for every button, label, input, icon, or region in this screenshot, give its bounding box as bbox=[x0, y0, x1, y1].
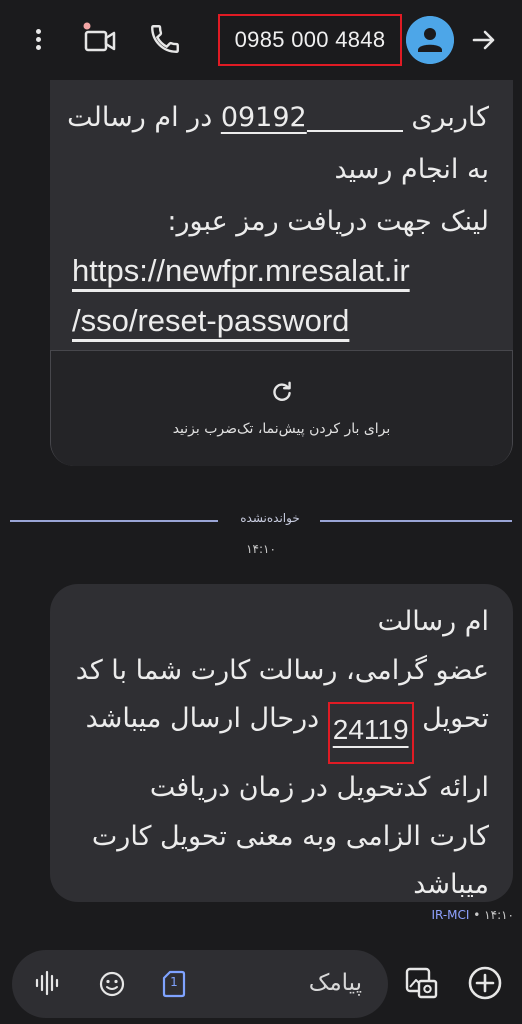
unread-label: خوانده‌نشده bbox=[240, 511, 300, 525]
message-meta: IR-MCI • ۱۴:۱۰ bbox=[0, 908, 514, 922]
message-line: لینک جهت دریافت رمز عبور: bbox=[167, 206, 489, 237]
compose-bar[interactable]: 1 پیامک bbox=[12, 950, 388, 1018]
voice-message-icon[interactable] bbox=[34, 970, 60, 996]
meta-separator: • bbox=[473, 908, 485, 922]
phone-icon[interactable] bbox=[148, 22, 182, 56]
preview-hint: برای بار کردن پیش‌نما، تک‌ضرب بزنید bbox=[172, 421, 391, 437]
message-line: به انجام رسید bbox=[334, 154, 489, 185]
add-attachment-icon[interactable] bbox=[466, 964, 504, 1002]
contact-phone-number[interactable]: 0985 000 4848 bbox=[218, 14, 402, 66]
link-preview-card[interactable]: برای بار کردن پیش‌نما، تک‌ضرب بزنید bbox=[50, 351, 513, 466]
avatar-icon[interactable] bbox=[406, 16, 454, 64]
message-line: میباشد bbox=[413, 869, 489, 900]
message-bubble-reset-password[interactable]: کاربری 09192 در ام رسالت به انجام رسید ل… bbox=[50, 40, 513, 466]
video-call-icon[interactable] bbox=[82, 22, 120, 58]
message-input-placeholder[interactable]: پیامک bbox=[309, 970, 362, 996]
message-time: ۱۴:۱۰ bbox=[484, 908, 514, 922]
message-line: ارائه کدتحویل در زمان دریافت bbox=[149, 772, 489, 803]
unread-divider: خوانده‌نشده bbox=[10, 511, 512, 528]
sim-select-icon[interactable]: 1 bbox=[162, 970, 186, 998]
forward-icon[interactable] bbox=[468, 24, 500, 56]
gallery-icon[interactable] bbox=[404, 966, 438, 1000]
reset-password-link[interactable]: https://newfpr.mresalat.ir /sso/reset-pa… bbox=[50, 246, 513, 346]
delivery-code[interactable]: 24119 bbox=[327, 702, 414, 764]
divider-line bbox=[320, 520, 512, 522]
user-number: 09192 bbox=[220, 102, 307, 133]
message-line: کاربری 09192 در ام رسالت bbox=[67, 92, 489, 144]
emoji-icon[interactable] bbox=[98, 970, 126, 998]
reload-icon[interactable] bbox=[269, 379, 295, 405]
top-app-bar: 0985 000 4848 bbox=[0, 0, 522, 80]
redacted-blank bbox=[306, 112, 403, 132]
message-line: تحویل 24119 درحال ارسال میباشد bbox=[70, 695, 489, 764]
more-options-icon[interactable] bbox=[26, 26, 50, 54]
message-line: عضو گرامی، رسالت کارت شما با کد bbox=[75, 654, 489, 686]
message-word: در ام رسالت bbox=[67, 102, 213, 133]
divider-line bbox=[10, 520, 218, 522]
message-bubble-card-delivery[interactable]: ام رسالت عضو گرامی، رسالت کارت شما با کد… bbox=[50, 584, 513, 902]
link-line-1[interactable]: https://newfpr.mresalat.ir bbox=[72, 253, 410, 288]
message-word: درحال ارسال میباشد bbox=[85, 703, 320, 734]
message-line: کارت الزامی وبه معنی تحویل کارت bbox=[91, 820, 489, 852]
sim-label: IR-MCI bbox=[431, 908, 470, 922]
message-line: ام رسالت bbox=[377, 606, 489, 637]
message-word: کاربری bbox=[411, 102, 489, 133]
link-line-2[interactable]: /sso/reset-password bbox=[72, 303, 349, 338]
delivery-code-value: 24119 bbox=[332, 714, 409, 745]
message-text: ام رسالت عضو گرامی، رسالت کارت شما با کد… bbox=[50, 584, 513, 910]
sim-number: 1 bbox=[170, 975, 178, 989]
message-timestamp: ۱۴:۱۰ bbox=[246, 542, 276, 556]
message-word: تحویل bbox=[422, 703, 489, 734]
